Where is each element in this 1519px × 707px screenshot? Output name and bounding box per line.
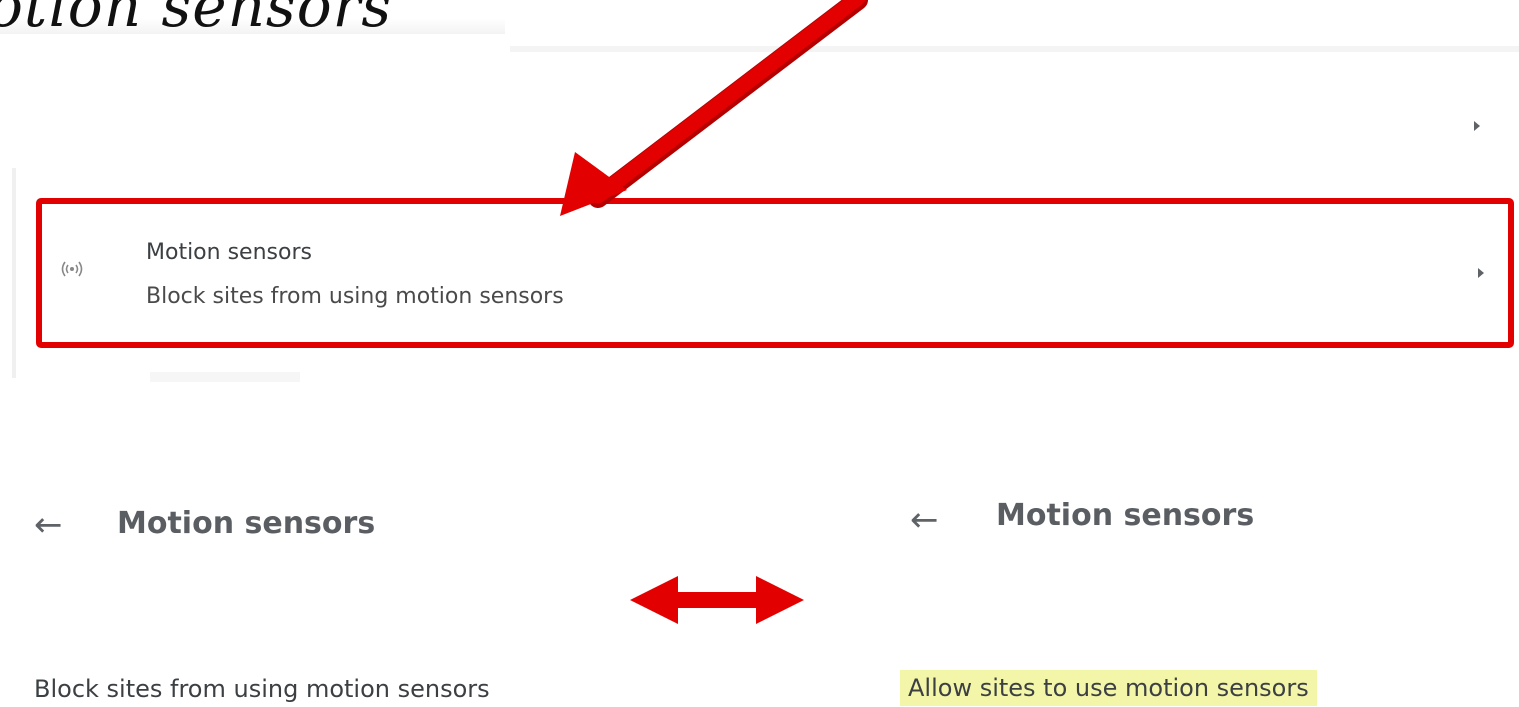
page-title-left: Motion sensors <box>117 506 376 541</box>
diagonal-arrow <box>560 0 868 216</box>
panel-edge <box>12 168 16 378</box>
motion-sensor-icon <box>58 259 86 279</box>
chevron-right-icon[interactable] <box>1474 121 1480 131</box>
top-divider <box>510 46 1519 52</box>
row-shadow <box>150 372 300 382</box>
page-title-right: Motion sensors <box>996 498 1255 533</box>
setting-row-title: Motion sensors <box>146 240 312 265</box>
block-setting-label[interactable]: Block sites from using motion sensors <box>34 675 490 703</box>
back-arrow-icon[interactable]: ← <box>34 505 63 545</box>
page-heading: otion sensors <box>0 0 393 40</box>
double-headed-arrow <box>630 576 804 624</box>
setting-row-subtitle: Block sites from using motion sensors <box>146 284 564 309</box>
annotation-arrows <box>560 0 868 624</box>
chevron-right-icon[interactable] <box>1478 268 1484 278</box>
allow-setting-label[interactable]: Allow sites to use motion sensors <box>900 670 1317 706</box>
motion-sensors-setting-row[interactable]: Motion sensors Block sites from using mo… <box>36 198 1514 348</box>
back-arrow-icon[interactable]: ← <box>910 500 939 540</box>
